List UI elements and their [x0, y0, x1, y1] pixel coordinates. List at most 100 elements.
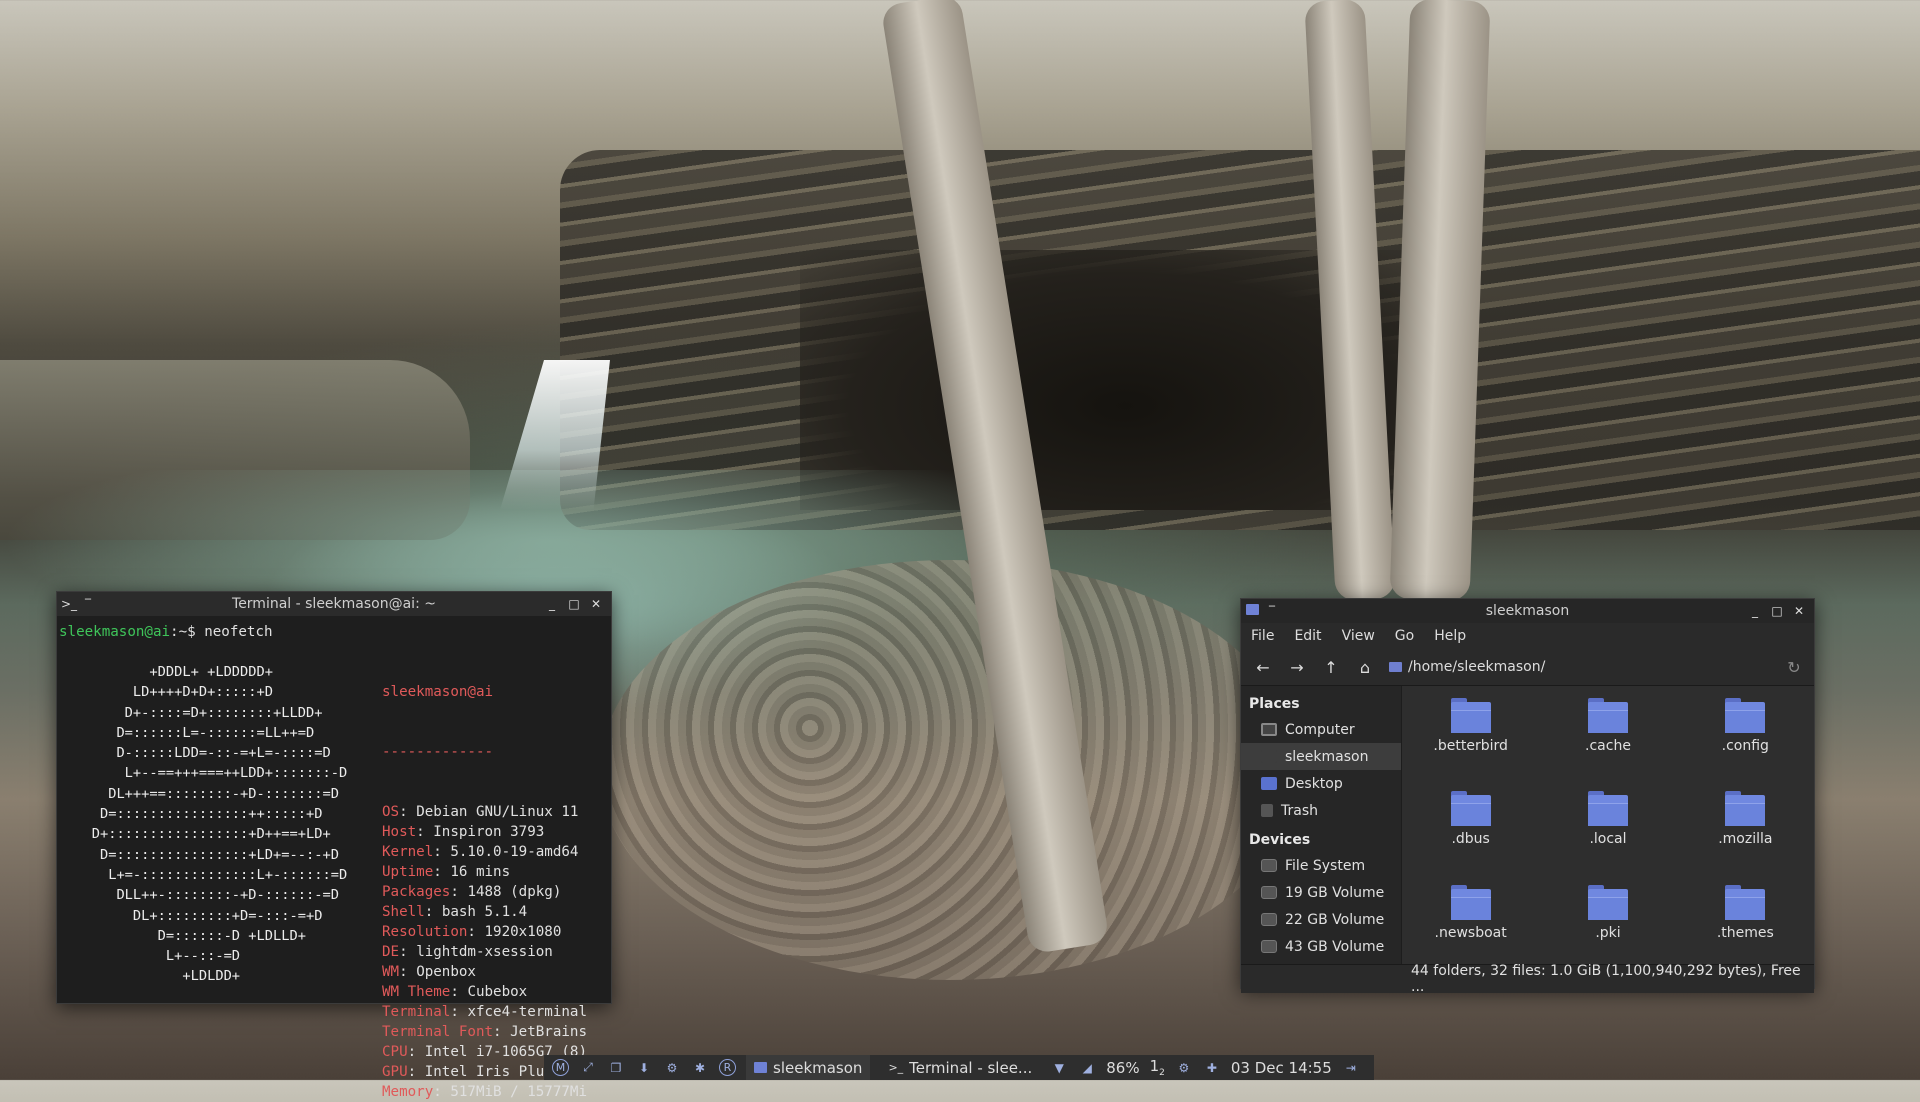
info-colon: : — [407, 1044, 425, 1060]
info-key: Kernel — [382, 844, 434, 860]
logout-icon[interactable]: ⇥ — [1342, 1059, 1360, 1077]
info-colon: : — [399, 804, 417, 820]
forward-arrow-icon[interactable]: → — [1287, 658, 1307, 677]
workspace-indicator[interactable]: 12 — [1150, 1057, 1165, 1078]
menu-launcher-icon[interactable]: M — [552, 1059, 569, 1076]
reload-icon[interactable]: ↻ — [1784, 658, 1804, 677]
file-manager-titlebar[interactable]: ‾ sleekmason _ □ ✕ — [1241, 599, 1814, 623]
places-item-computer[interactable]: Computer — [1241, 716, 1401, 743]
network-icon[interactable]: ▼ — [1050, 1059, 1068, 1077]
file-item-label: .cache — [1585, 738, 1631, 754]
info-row: Resolution: 1920x1080 — [382, 922, 587, 942]
info-colon: : — [399, 944, 417, 960]
info-key: Uptime — [382, 864, 434, 880]
file-item[interactable]: .betterbird — [1407, 698, 1535, 777]
wallpaper-left-cliff — [0, 360, 470, 540]
volume-icon[interactable]: ◢ — [1078, 1059, 1096, 1077]
window-menu-icon[interactable]: ‾ — [81, 597, 95, 611]
wallpaper-tree-trunk — [1304, 0, 1396, 602]
terminal-output[interactable]: sleekmason@ai:~$ neofetch +DDDL+ +LDDDDD… — [57, 616, 611, 1100]
file-item[interactable]: .mozilla — [1681, 791, 1809, 870]
device-item[interactable]: 22 GB Volume — [1241, 906, 1401, 933]
task-file-manager[interactable]: sleekmason — [746, 1055, 871, 1080]
file-manager-app-icon[interactable] — [1245, 604, 1259, 618]
menu-edit[interactable]: Edit — [1294, 628, 1321, 644]
volume-level[interactable]: 86% — [1106, 1059, 1139, 1077]
info-row: Kernel: 5.10.0-19-amd64 — [382, 842, 587, 862]
task-terminal[interactable]: >_ Terminal - slee... — [880, 1055, 1040, 1080]
file-item[interactable]: .config — [1681, 698, 1809, 777]
menu-file[interactable]: File — [1251, 628, 1274, 644]
file-item[interactable]: .local — [1544, 791, 1672, 870]
puzzle-icon[interactable]: ✱ — [691, 1059, 709, 1077]
file-item[interactable]: .cache — [1544, 698, 1672, 777]
info-key: GPU — [382, 1064, 408, 1080]
wallpaper-tree-trunk — [880, 0, 1110, 955]
up-arrow-icon[interactable]: ↑ — [1321, 658, 1341, 677]
terminal-app-icon[interactable]: >_ — [61, 597, 77, 611]
file-item[interactable]: .dbus — [1407, 791, 1535, 870]
device-item[interactable]: File System — [1241, 852, 1401, 879]
folder-icon — [1389, 662, 1402, 672]
places-item-sleekmason[interactable]: sleekmason — [1241, 743, 1401, 770]
places-item-trash[interactable]: Trash — [1241, 797, 1401, 824]
terminal-window[interactable]: >_ ‾ Terminal - sleekmason@ai: ~ _ □ ✕ s… — [56, 591, 612, 1100]
drive-icon — [1261, 940, 1277, 953]
wallpaper-rocks — [600, 560, 1300, 980]
location-bar[interactable]: /home/sleekmason/ — [1389, 659, 1545, 675]
maximize-icon[interactable]: □ — [1770, 604, 1784, 618]
info-row: Terminal: xfce4-terminal — [382, 1002, 587, 1022]
places-header: Places — [1249, 696, 1300, 712]
file-item[interactable]: .newsboat — [1407, 884, 1535, 964]
clock[interactable]: 03 Dec 14:55 — [1231, 1059, 1332, 1077]
r-launcher-icon[interactable]: R — [719, 1059, 736, 1076]
file-item-label: .pki — [1595, 924, 1621, 941]
info-key: OS — [382, 804, 400, 820]
file-item[interactable]: .themes — [1681, 884, 1809, 964]
home-icon[interactable]: ⌂ — [1355, 658, 1375, 677]
maximize-icon[interactable]: □ — [567, 597, 581, 611]
info-value: Cubebox — [467, 984, 528, 1000]
file-item[interactable]: .pki — [1544, 884, 1672, 964]
settings-icon[interactable]: ⚙ — [663, 1059, 681, 1077]
device-item-label: 43 GB Volume — [1285, 938, 1385, 955]
prompt-line: sleekmason@ai:~$ neofetch — [59, 622, 609, 642]
info-row: Uptime: 16 mins — [382, 862, 587, 882]
info-value: Openbox — [416, 964, 476, 980]
minimize-icon[interactable]: _ — [1748, 604, 1762, 618]
info-key: WM Theme — [382, 984, 451, 1000]
info-key: Terminal — [382, 1004, 451, 1020]
ascii-line: DL+++==::::::::-+D-:::::::=D — [67, 785, 339, 802]
device-item[interactable]: 43 GB Volume — [1241, 933, 1401, 960]
terminal-icon: >_ — [888, 1061, 904, 1074]
file-manager-window[interactable]: ‾ sleekmason _ □ ✕ File Edit View Go Help ← … — [1240, 598, 1815, 995]
file-grid: .betterbird .cache .config .dbus .local .mozi… — [1402, 686, 1814, 964]
plus-icon[interactable]: ✚ — [1203, 1059, 1221, 1077]
download-icon[interactable]: ⬇ — [635, 1059, 653, 1077]
windows-icon[interactable]: ❐ — [607, 1059, 625, 1077]
ascii-line: D+:::::::::::::::::+D++==+LD+ — [67, 826, 331, 843]
menu-help[interactable]: Help — [1434, 628, 1466, 644]
close-icon[interactable]: ✕ — [589, 597, 603, 611]
window-menu-icon[interactable]: ‾ — [1265, 604, 1279, 618]
drive-icon — [1261, 913, 1277, 926]
minimize-icon[interactable]: _ — [545, 597, 559, 611]
desktop-folder-icon — [1261, 777, 1277, 790]
expand-icon[interactable]: ⤢ — [579, 1059, 597, 1077]
close-icon[interactable]: ✕ — [1792, 604, 1806, 618]
info-row: Shell: bash 5.1.4 — [382, 902, 587, 922]
info-value: 1920x1080 — [484, 924, 562, 940]
places-item-desktop[interactable]: Desktop — [1241, 770, 1401, 797]
gear-icon[interactable]: ⚙ — [1175, 1059, 1193, 1077]
workspace-number: 1 — [1149, 1057, 1160, 1075]
device-item[interactable]: 19 GB Volume — [1241, 879, 1401, 906]
ascii-line: +DDDL+ +LDDDDD+ — [67, 664, 274, 680]
menu-go[interactable]: Go — [1395, 628, 1414, 644]
terminal-titlebar[interactable]: >_ ‾ Terminal - sleekmason@ai: ~ _ □ ✕ — [57, 592, 611, 616]
ascii-line: LD++++D+D+:::::+D — [67, 684, 274, 701]
menu-view[interactable]: View — [1342, 628, 1375, 644]
ascii-line: D=::::::::::::::::++:::::+D — [67, 806, 323, 823]
back-arrow-icon[interactable]: ← — [1253, 658, 1273, 677]
info-value: 5.10.0-19-amd64 — [450, 844, 579, 860]
info-key: CPU — [382, 1044, 408, 1060]
